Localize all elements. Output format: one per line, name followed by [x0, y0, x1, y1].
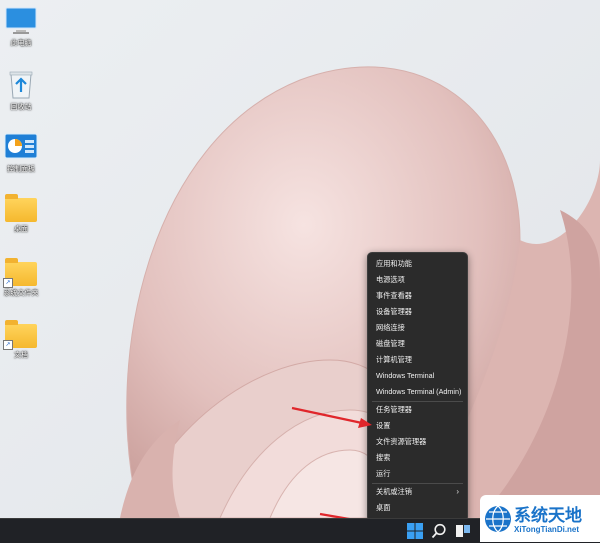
menu-item-disk-management[interactable]: 磁盘管理 — [368, 336, 467, 351]
winx-context-menu: 应用和功能 电源选项 事件查看器 设备管理器 网络连接 磁盘管理 计算机管理 W… — [367, 252, 468, 522]
menu-item-run[interactable]: 运行 — [368, 466, 467, 481]
start-icon[interactable] — [406, 522, 424, 540]
desktop-icon-label: 系统文件夹 — [3, 290, 39, 297]
menu-item-task-manager[interactable]: 任务管理器 — [368, 402, 467, 417]
control-panel-icon — [4, 133, 38, 159]
desktop-icon-label: 回收站 — [10, 104, 32, 111]
desktop-icon-folder-desktop[interactable]: 桌面 — [0, 194, 44, 234]
folder-shortcut-icon: ↗ — [3, 258, 37, 288]
desktop-icon-recycle-bin[interactable]: 回收站 — [0, 68, 44, 112]
menu-item-computer-management[interactable]: 计算机管理 — [368, 352, 467, 367]
menu-item-network-connections[interactable]: 网络连接 — [368, 320, 467, 335]
shortcut-arrow-icon: ↗ — [3, 278, 13, 288]
task-view-icon[interactable] — [454, 522, 472, 540]
folder-shortcut-icon: ↗ — [3, 320, 37, 350]
watermark-title: 系统天地 — [514, 506, 582, 525]
desktop-icon-control-panel[interactable]: 控制面板 — [0, 132, 44, 174]
recycle-bin-icon — [9, 71, 33, 99]
menu-item-shutdown[interactable]: 关机或注销 › — [368, 484, 467, 499]
desktop-icon-folder-shortcut[interactable]: ↗ 系统文件夹 — [0, 258, 44, 298]
desktop-icon-this-pc[interactable]: 此电脑 — [0, 6, 44, 48]
menu-item-windows-terminal[interactable]: Windows Terminal — [368, 368, 467, 383]
menu-item-power-options[interactable]: 电源选项 — [368, 272, 467, 287]
search-icon[interactable] — [430, 522, 448, 540]
desktop-icon-label: 文档 — [14, 352, 28, 359]
desktop-icon-documents[interactable]: ↗ 文档 — [0, 320, 44, 360]
shortcut-arrow-icon: ↗ — [3, 340, 13, 350]
menu-item-windows-terminal-admin[interactable]: Windows Terminal (Admin) — [368, 384, 467, 399]
menu-item-apps-features[interactable]: 应用和功能 — [368, 256, 467, 271]
folder-icon — [5, 194, 37, 222]
watermark-globe-icon — [485, 505, 511, 533]
annotation-arrow-settings — [291, 406, 372, 428]
desktop-icon-label: 此电脑 — [10, 40, 32, 47]
monitor-icon — [5, 7, 37, 34]
menu-item-event-viewer[interactable]: 事件查看器 — [368, 288, 467, 303]
chevron-right-icon: › — [456, 487, 459, 496]
desktop-wallpaper — [0, 0, 600, 518]
menu-item-device-manager[interactable]: 设备管理器 — [368, 304, 467, 319]
menu-item-file-explorer[interactable]: 文件资源管理器 — [368, 434, 467, 449]
watermark-url: XiTongTianDi.net — [514, 525, 580, 534]
menu-item-shutdown-label: 关机或注销 — [376, 487, 412, 496]
watermark-logo: 系统天地 XiTongTianDi.net — [480, 495, 600, 542]
desktop-icon-label: 桌面 — [14, 226, 28, 233]
menu-item-settings[interactable]: 设置 — [368, 418, 467, 433]
menu-item-search[interactable]: 搜索 — [368, 450, 467, 465]
desktop-icon-label: 控制面板 — [7, 166, 35, 173]
